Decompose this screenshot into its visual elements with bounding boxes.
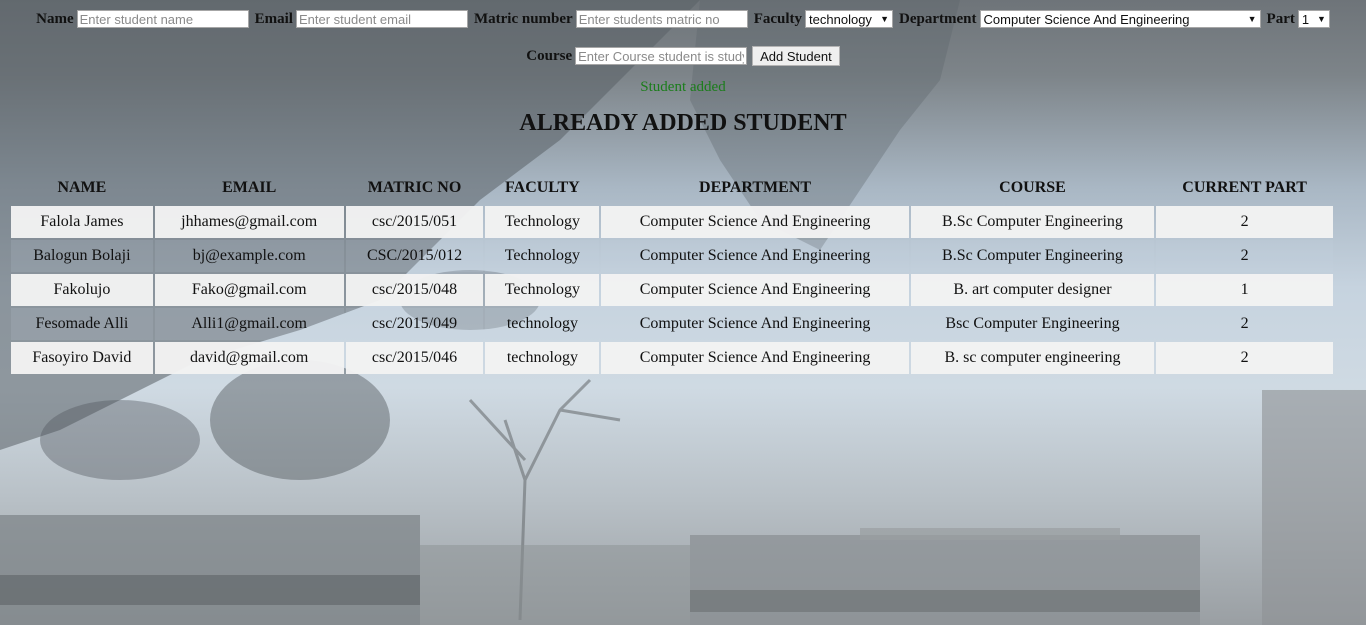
email-input[interactable] (295, 10, 468, 28)
email-label: Email (254, 10, 293, 27)
column-header-name: NAME (57, 179, 107, 196)
course-label: Course (526, 47, 573, 64)
part-select[interactable]: 1 ▼ (1297, 10, 1330, 28)
table-row: Falola James jhhames@gmail.com csc/2015/… (11, 206, 1333, 238)
faculty-select[interactable]: technology ▼ (805, 10, 894, 28)
table-row: Balogun Bolaji bj@example.com CSC/2015/0… (11, 240, 1333, 272)
cell-faculty: technology (485, 308, 600, 340)
cell-department: Computer Science And Engineering (601, 342, 909, 374)
cell-matric-no: csc/2015/048 (345, 274, 484, 306)
page-title: ALREADY ADDED STUDENT (519, 110, 847, 136)
table-header-row: NAME EMAIL MATRIC NO FACULTY DEPARTMENT … (11, 172, 1333, 204)
cell-email: Fako@gmail.com (154, 274, 344, 306)
cell-email: david@gmail.com (154, 342, 344, 374)
chevron-down-icon: ▼ (1247, 14, 1257, 24)
chevron-down-icon: ▼ (880, 14, 890, 24)
cell-email: Alli1@gmail.com (154, 308, 344, 340)
cell-name: Balogun Bolaji (11, 240, 153, 272)
course-input[interactable] (575, 47, 748, 65)
cell-current-part: 2 (1156, 308, 1333, 340)
cell-department: Computer Science And Engineering (601, 274, 909, 306)
table-row: Fakolujo Fako@gmail.com csc/2015/048 Tec… (11, 274, 1333, 306)
cell-name: Fasoyiro David (11, 342, 153, 374)
column-header-department: DEPARTMENT (699, 179, 812, 196)
part-select-value: 1 (1301, 11, 1310, 27)
cell-current-part: 2 (1156, 342, 1333, 374)
cell-matric-no: CSC/2015/012 (345, 240, 484, 272)
table-row: Fesomade Alli Alli1@gmail.com csc/2015/0… (11, 308, 1333, 340)
cell-current-part: 2 (1156, 240, 1333, 272)
matric-input[interactable] (575, 10, 748, 28)
cell-course: Bsc Computer Engineering (910, 308, 1155, 340)
cell-current-part: 1 (1156, 274, 1333, 306)
cell-department: Computer Science And Engineering (601, 308, 909, 340)
column-header-matric-no: MATRIC NO (367, 179, 462, 196)
column-header-faculty: FACULTY (505, 179, 580, 196)
cell-matric-no: csc/2015/049 (345, 308, 484, 340)
cell-email: jhhames@gmail.com (154, 206, 344, 238)
add-student-form: Name Email Matric number Faculty technol… (0, 0, 1366, 30)
column-header-current-part: CURRENT PART (1182, 179, 1307, 196)
part-label: Part (1266, 10, 1295, 27)
page-content: Name Email Matric number Faculty technol… (0, 0, 1366, 374)
cell-faculty: Technology (485, 274, 600, 306)
cell-course: B. sc computer engineering (910, 342, 1155, 374)
cell-department: Computer Science And Engineering (601, 240, 909, 272)
cell-matric-no: csc/2015/046 (345, 342, 484, 374)
cell-course: B.Sc Computer Engineering (910, 240, 1155, 272)
faculty-label: Faculty (753, 10, 803, 27)
cell-course: B. art computer designer (910, 274, 1155, 306)
cell-department: Computer Science And Engineering (601, 206, 909, 238)
table-row: Fasoyiro David david@gmail.com csc/2015/… (11, 342, 1333, 374)
cell-name: Falola James (11, 206, 153, 238)
chevron-down-icon: ▼ (1316, 14, 1326, 24)
cell-faculty: Technology (485, 240, 600, 272)
column-header-email: EMAIL (222, 179, 277, 196)
faculty-select-value: technology (809, 11, 872, 27)
department-select-value: Computer Science And Engineering (983, 11, 1190, 27)
cell-course: B.Sc Computer Engineering (910, 206, 1155, 238)
cell-name: Fakolujo (11, 274, 153, 306)
cell-current-part: 2 (1156, 206, 1333, 238)
cell-faculty: Technology (485, 206, 600, 238)
matric-label: Matric number (473, 10, 573, 27)
name-input[interactable] (76, 10, 249, 28)
column-header-course: COURSE (999, 179, 1066, 196)
cell-email: bj@example.com (154, 240, 344, 272)
department-select[interactable]: Computer Science And Engineering ▼ (979, 10, 1261, 28)
course-row: Course Add Student (0, 45, 1366, 67)
cell-name: Fesomade Alli (11, 308, 153, 340)
status-message: Student added (640, 79, 726, 95)
add-student-button[interactable]: Add Student (752, 46, 840, 66)
name-label: Name (36, 10, 74, 27)
department-label: Department (899, 10, 977, 27)
students-table: NAME EMAIL MATRIC NO FACULTY DEPARTMENT … (9, 170, 1335, 376)
cell-matric-no: csc/2015/051 (345, 206, 484, 238)
cell-faculty: technology (485, 342, 600, 374)
